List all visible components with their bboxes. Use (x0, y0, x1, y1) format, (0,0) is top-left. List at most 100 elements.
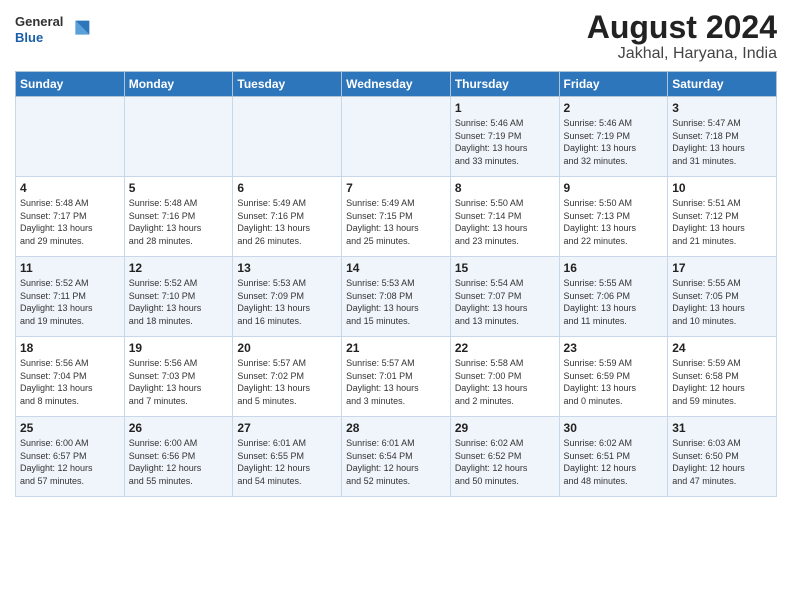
calendar-cell (16, 97, 125, 177)
day-number: 18 (20, 341, 120, 355)
day-number: 2 (564, 101, 664, 115)
calendar-cell: 3 Sunrise: 5:47 AM Sunset: 7:18 PM Daylig… (668, 97, 777, 177)
logo-general: General (15, 14, 63, 30)
calendar-cell (342, 97, 451, 177)
day-number: 12 (129, 261, 229, 275)
calendar-week-row: 11 Sunrise: 5:52 AM Sunset: 7:11 PM Dayli… (16, 257, 777, 337)
day-number: 29 (455, 421, 555, 435)
day-number: 14 (346, 261, 446, 275)
day-number: 26 (129, 421, 229, 435)
calendar-day-header: Sunday (16, 72, 125, 97)
calendar-cell: 17 Sunrise: 5:55 AM Sunset: 7:05 PM Dayli… (668, 257, 777, 337)
cell-content: Sunrise: 5:47 AM Sunset: 7:18 PM Dayligh… (672, 117, 772, 167)
calendar-cell (124, 97, 233, 177)
calendar-cell: 6 Sunrise: 5:49 AM Sunset: 7:16 PM Daylig… (233, 177, 342, 257)
cell-content: Sunrise: 5:56 AM Sunset: 7:04 PM Dayligh… (20, 357, 120, 407)
cell-content: Sunrise: 5:57 AM Sunset: 7:02 PM Dayligh… (237, 357, 337, 407)
cell-content: Sunrise: 5:56 AM Sunset: 7:03 PM Dayligh… (129, 357, 229, 407)
day-number: 30 (564, 421, 664, 435)
day-number: 13 (237, 261, 337, 275)
day-number: 20 (237, 341, 337, 355)
calendar-cell: 26 Sunrise: 6:00 AM Sunset: 6:56 PM Dayli… (124, 417, 233, 497)
calendar-cell: 27 Sunrise: 6:01 AM Sunset: 6:55 PM Dayli… (233, 417, 342, 497)
page-container: General Blue August 2024 Jakhal, Haryana… (0, 0, 792, 507)
calendar-cell: 15Sunrise: 5:54 AM Sunset: 7:07 PM Dayli… (450, 257, 559, 337)
logo-icon (66, 16, 94, 44)
calendar-cell: 31Sunrise: 6:03 AM Sunset: 6:50 PM Dayli… (668, 417, 777, 497)
day-number: 27 (237, 421, 337, 435)
logo-blue: Blue (15, 30, 63, 46)
calendar-cell: 5Sunrise: 5:48 AM Sunset: 7:16 PM Daylig… (124, 177, 233, 257)
day-number: 8 (455, 181, 555, 195)
day-number: 6 (237, 181, 337, 195)
day-number: 4 (20, 181, 120, 195)
day-number: 11 (20, 261, 120, 275)
cell-content: Sunrise: 5:55 AM Sunset: 7:06 PM Dayligh… (564, 277, 664, 327)
cell-content: Sunrise: 5:48 AM Sunset: 7:17 PM Dayligh… (20, 197, 120, 247)
calendar-day-header: Monday (124, 72, 233, 97)
calendar-cell: 12 Sunrise: 5:52 AM Sunset: 7:10 PM Dayli… (124, 257, 233, 337)
calendar-cell (233, 97, 342, 177)
day-number: 22 (455, 341, 555, 355)
cell-content: Sunrise: 5:59 AM Sunset: 6:59 PM Dayligh… (564, 357, 664, 407)
cell-content: Sunrise: 5:59 AM Sunset: 6:58 PM Dayligh… (672, 357, 772, 407)
calendar-day-header: Thursday (450, 72, 559, 97)
calendar-day-header: Saturday (668, 72, 777, 97)
cell-content: Sunrise: 6:02 AM Sunset: 6:52 PM Dayligh… (455, 437, 555, 487)
day-number: 28 (346, 421, 446, 435)
calendar-day-header: Friday (559, 72, 668, 97)
day-number: 19 (129, 341, 229, 355)
calendar-cell: 16 Sunrise: 5:55 AM Sunset: 7:06 PM Dayli… (559, 257, 668, 337)
calendar-cell: 1 Sunrise: 5:46 AM Sunset: 7:19 PM Daylig… (450, 97, 559, 177)
cell-content: Sunrise: 5:53 AM Sunset: 7:09 PM Dayligh… (237, 277, 337, 327)
page-subtitle: Jakhal, Haryana, India (587, 45, 777, 63)
calendar-cell: 21 Sunrise: 5:57 AM Sunset: 7:01 PM Dayli… (342, 337, 451, 417)
cell-content: Sunrise: 6:01 AM Sunset: 6:55 PM Dayligh… (237, 437, 337, 487)
calendar-cell: 20 Sunrise: 5:57 AM Sunset: 7:02 PM Dayli… (233, 337, 342, 417)
calendar-table: SundayMondayTuesdayWednesdayThursdayFrid… (15, 71, 777, 497)
calendar-header-row: SundayMondayTuesdayWednesdayThursdayFrid… (16, 72, 777, 97)
calendar-cell: 30 Sunrise: 6:02 AM Sunset: 6:51 PM Dayli… (559, 417, 668, 497)
calendar-week-row: 18 Sunrise: 5:56 AM Sunset: 7:04 PM Dayli… (16, 337, 777, 417)
day-number: 21 (346, 341, 446, 355)
day-number: 1 (455, 101, 555, 115)
calendar-cell: 14Sunrise: 5:53 AM Sunset: 7:08 PM Dayli… (342, 257, 451, 337)
cell-content: Sunrise: 6:01 AM Sunset: 6:54 PM Dayligh… (346, 437, 446, 487)
cell-content: Sunrise: 5:51 AM Sunset: 7:12 PM Dayligh… (672, 197, 772, 247)
cell-content: Sunrise: 5:49 AM Sunset: 7:16 PM Dayligh… (237, 197, 337, 247)
calendar-cell: 10 Sunrise: 5:51 AM Sunset: 7:12 PM Dayli… (668, 177, 777, 257)
calendar-week-row: 4 Sunrise: 5:48 AM Sunset: 7:17 PM Daylig… (16, 177, 777, 257)
calendar-cell: 24 Sunrise: 5:59 AM Sunset: 6:58 PM Dayli… (668, 337, 777, 417)
calendar-cell: 9Sunrise: 5:50 AM Sunset: 7:13 PM Daylig… (559, 177, 668, 257)
cell-content: Sunrise: 6:02 AM Sunset: 6:51 PM Dayligh… (564, 437, 664, 487)
calendar-cell: 2 Sunrise: 5:46 AM Sunset: 7:19 PM Daylig… (559, 97, 668, 177)
cell-content: Sunrise: 5:46 AM Sunset: 7:19 PM Dayligh… (455, 117, 555, 167)
cell-content: Sunrise: 6:00 AM Sunset: 6:56 PM Dayligh… (129, 437, 229, 487)
calendar-cell: 22Sunrise: 5:58 AM Sunset: 7:00 PM Dayli… (450, 337, 559, 417)
cell-content: Sunrise: 5:57 AM Sunset: 7:01 PM Dayligh… (346, 357, 446, 407)
day-number: 10 (672, 181, 772, 195)
cell-content: Sunrise: 5:52 AM Sunset: 7:11 PM Dayligh… (20, 277, 120, 327)
logo: General Blue (15, 14, 94, 45)
day-number: 24 (672, 341, 772, 355)
day-number: 31 (672, 421, 772, 435)
day-number: 17 (672, 261, 772, 275)
calendar-cell: 11 Sunrise: 5:52 AM Sunset: 7:11 PM Dayli… (16, 257, 125, 337)
cell-content: Sunrise: 5:55 AM Sunset: 7:05 PM Dayligh… (672, 277, 772, 327)
cell-content: Sunrise: 5:49 AM Sunset: 7:15 PM Dayligh… (346, 197, 446, 247)
calendar-cell: 23 Sunrise: 5:59 AM Sunset: 6:59 PM Dayli… (559, 337, 668, 417)
day-number: 3 (672, 101, 772, 115)
calendar-day-header: Wednesday (342, 72, 451, 97)
day-number: 23 (564, 341, 664, 355)
calendar-cell: 28 Sunrise: 6:01 AM Sunset: 6:54 PM Dayli… (342, 417, 451, 497)
cell-content: Sunrise: 5:50 AM Sunset: 7:13 PM Dayligh… (564, 197, 664, 247)
cell-content: Sunrise: 5:52 AM Sunset: 7:10 PM Dayligh… (129, 277, 229, 327)
calendar-cell: 18 Sunrise: 5:56 AM Sunset: 7:04 PM Dayli… (16, 337, 125, 417)
calendar-cell: 7Sunrise: 5:49 AM Sunset: 7:15 PM Daylig… (342, 177, 451, 257)
day-number: 5 (129, 181, 229, 195)
day-number: 16 (564, 261, 664, 275)
day-number: 25 (20, 421, 120, 435)
calendar-cell: 13 Sunrise: 5:53 AM Sunset: 7:09 PM Dayli… (233, 257, 342, 337)
calendar-week-row: 25Sunrise: 6:00 AM Sunset: 6:57 PM Dayli… (16, 417, 777, 497)
cell-content: Sunrise: 5:46 AM Sunset: 7:19 PM Dayligh… (564, 117, 664, 167)
